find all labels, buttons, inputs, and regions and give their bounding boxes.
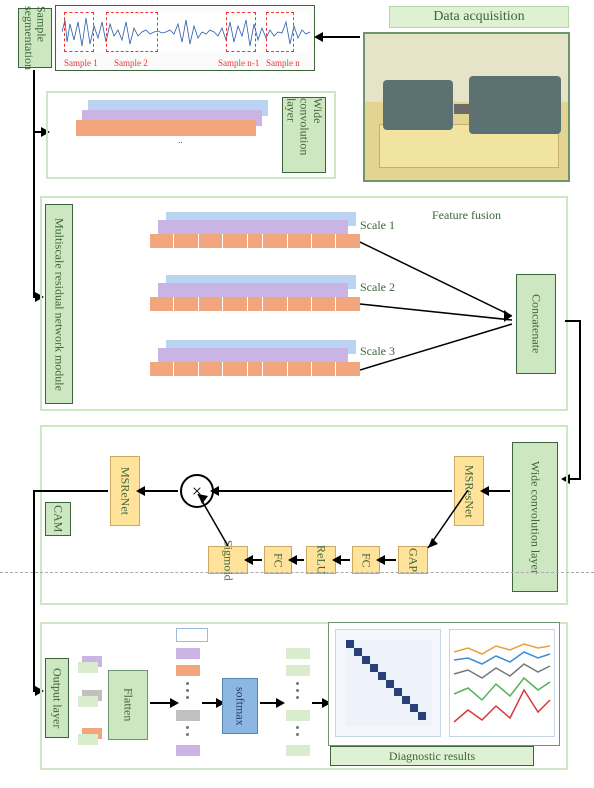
multiscale-right-panel: Concatenate bbox=[514, 204, 562, 402]
diagnostic-results-label: Diagnostic results bbox=[330, 746, 534, 766]
ff-text: Feature fusion bbox=[432, 208, 501, 222]
cam-wide-conv: Wide convolution layer bbox=[512, 442, 558, 592]
flow-ms-cam-h1 bbox=[565, 320, 580, 322]
flow-seg-wide bbox=[33, 70, 35, 132]
sample-lbl-1: Sample 1 bbox=[64, 58, 98, 68]
a-wide-msr bbox=[486, 490, 510, 492]
cam-lower-arrows bbox=[196, 490, 470, 580]
seg-text: Sample segmentation bbox=[22, 6, 47, 70]
output-label: Output layer bbox=[45, 658, 69, 738]
ms-text: Multiscale residual network module bbox=[52, 218, 65, 391]
wide-conv-1-label: Wide convolution layer bbox=[282, 97, 326, 173]
feature-fusion-label: Feature fusion bbox=[432, 208, 501, 223]
multiscale-label: Multiscale residual network module bbox=[45, 204, 73, 404]
sample-segmentation-box: Sample 1 Sample 2 Sample n-1 Sample n bbox=[55, 5, 315, 71]
cam-wide-text: Wide convolution layer bbox=[528, 461, 541, 574]
sample-lbl-2: Sample 2 bbox=[114, 58, 148, 68]
scale-arrows bbox=[360, 238, 520, 386]
wide1-text: Wide convolution layer bbox=[284, 98, 324, 172]
data-acq-text: Data acquisition bbox=[433, 9, 524, 25]
a-mult-msrL bbox=[142, 490, 178, 492]
conf-matrix bbox=[336, 630, 442, 738]
sample-lbl-n: Sample n bbox=[266, 58, 300, 68]
flow-wide-ms bbox=[33, 131, 35, 296]
sm-text: softmax bbox=[233, 687, 248, 726]
cam-text: CAM bbox=[51, 505, 66, 532]
cam-label: CAM bbox=[45, 502, 71, 536]
sample-box-2 bbox=[106, 12, 158, 52]
sample-box-n bbox=[266, 12, 294, 52]
msr-l-text: MSReNet bbox=[118, 467, 133, 515]
dashed-divider bbox=[0, 572, 594, 573]
sample-segmentation-label: Sample segmentation bbox=[18, 8, 52, 68]
concatenate-box: Concatenate bbox=[516, 274, 556, 374]
diagnostic-panel bbox=[328, 622, 560, 746]
sample-box-n1 bbox=[226, 12, 256, 52]
arrow-daq-to-seg bbox=[320, 36, 360, 38]
rig-photo bbox=[363, 32, 570, 182]
flow-cam-out-v bbox=[33, 490, 35, 690]
sample-box-1 bbox=[64, 12, 94, 52]
sample-lbl-n1: Sample n-1 bbox=[218, 58, 259, 68]
flat-text: Flatten bbox=[121, 688, 136, 721]
out-text: Output layer bbox=[50, 668, 65, 728]
arrowhead-daq-seg bbox=[314, 32, 323, 42]
data-acquisition-title: Data acquisition bbox=[389, 6, 569, 28]
softmax-box: softmax bbox=[222, 678, 258, 734]
flow-ms-cam-v bbox=[579, 320, 581, 480]
accuracy-lines bbox=[450, 630, 556, 738]
scale1-text: Scale 1 bbox=[360, 218, 395, 233]
flatten-box: Flatten bbox=[108, 670, 148, 740]
diag-text: Diagnostic results bbox=[389, 749, 475, 764]
conc-text: Concatenate bbox=[529, 294, 544, 353]
